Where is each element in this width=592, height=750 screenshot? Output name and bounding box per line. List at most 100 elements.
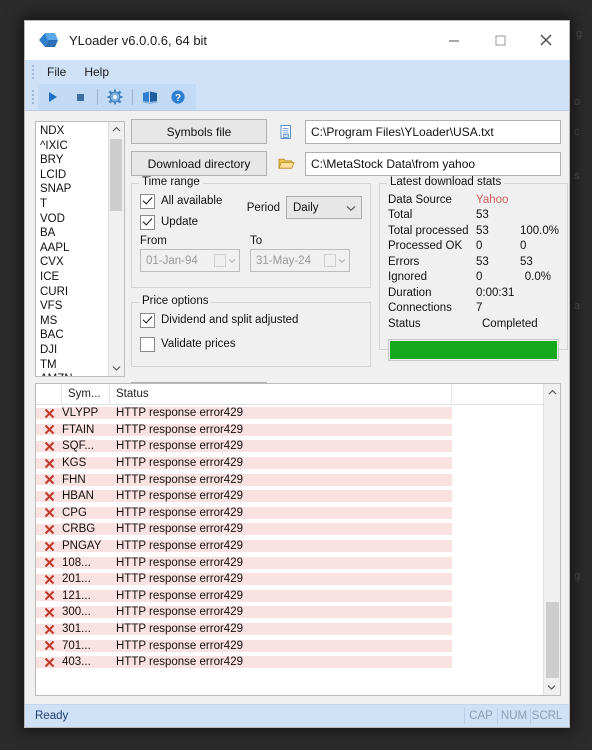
table-row[interactable]: FHN HTTP response error429: [36, 471, 543, 488]
chevron-down-icon[interactable]: [346, 203, 356, 215]
download-directory-button[interactable]: Download directory: [131, 151, 267, 176]
list-item[interactable]: BAC: [40, 328, 108, 343]
column-header-symbol[interactable]: Sym...: [62, 384, 110, 404]
list-item[interactable]: T: [40, 197, 108, 212]
symbols-file-button[interactable]: Symbols file: [131, 119, 267, 144]
toolbar-grip-icon[interactable]: [28, 89, 38, 105]
scroll-down-icon[interactable]: [112, 361, 121, 376]
list-item[interactable]: VOD: [40, 212, 108, 227]
column-header-status[interactable]: Status: [110, 384, 452, 404]
scrollbar-thumb[interactable]: [110, 139, 122, 211]
table-row[interactable]: 300... HTTP response error429: [36, 604, 543, 621]
list-item[interactable]: SNAP: [40, 182, 108, 197]
table-row[interactable]: HBAN HTTP response error429: [36, 488, 543, 505]
open-file-icon[interactable]: [273, 119, 299, 144]
symbols-list-items[interactable]: NDX ^IXIC BRY LCID SNAP T VOD BA AAPL CV…: [36, 122, 108, 376]
download-stats-group: Latest download stats Data Source Yahoo …: [379, 176, 569, 361]
validate-prices-checkbox[interactable]: Validate prices: [140, 335, 362, 353]
close-icon[interactable]: [523, 21, 569, 59]
list-item[interactable]: AMZN: [40, 372, 108, 376]
maximize-icon[interactable]: [477, 21, 523, 59]
error-x-icon: [36, 573, 62, 585]
checkbox-indicator[interactable]: [140, 193, 155, 209]
minimize-icon[interactable]: [431, 21, 477, 59]
to-date-input[interactable]: 31-May-24: [250, 249, 350, 272]
menu-item-help[interactable]: Help: [75, 63, 118, 81]
validate-prices-label: Validate prices: [161, 338, 236, 350]
results-main: Sym... Status VLYPP HTTP response error42…: [36, 384, 543, 695]
list-item[interactable]: LCID: [40, 168, 108, 183]
cell-symbol: 403...: [62, 656, 110, 669]
symbols-file-input[interactable]: C:\Program Files\YLoader\USA.txt: [305, 119, 561, 144]
stat-value-secondary: 0: [520, 240, 527, 253]
menu-item-file[interactable]: File: [38, 63, 75, 81]
table-row[interactable]: 121... HTTP response error429: [36, 588, 543, 605]
checkbox-indicator[interactable]: [140, 312, 155, 328]
left-options-column: Time range All available Update Period D…: [131, 176, 371, 367]
period-select[interactable]: Daily: [286, 196, 362, 219]
open-folder-icon[interactable]: [273, 151, 299, 176]
list-item[interactable]: TM: [40, 358, 108, 373]
list-item[interactable]: NDX: [40, 124, 108, 139]
error-x-icon: [36, 457, 62, 469]
list-item[interactable]: DJI: [40, 343, 108, 358]
list-item[interactable]: VFS: [40, 299, 108, 314]
from-date-input[interactable]: 01-Jan-94: [140, 249, 240, 272]
column-header-icon[interactable]: [36, 384, 62, 404]
play-icon[interactable]: [38, 85, 66, 109]
download-directory-input[interactable]: C:\MetaStock Data\from yahoo: [305, 151, 561, 176]
symbols-list-scrollbar[interactable]: [108, 122, 124, 376]
table-row[interactable]: CRBG HTTP response error429: [36, 521, 543, 538]
help-circle-icon[interactable]: ?: [164, 85, 192, 109]
table-row[interactable]: VLYPP HTTP response error429: [36, 405, 543, 422]
table-row[interactable]: SQF... HTTP response error429: [36, 438, 543, 455]
cell-status: HTTP response error429: [110, 556, 452, 569]
list-item[interactable]: BRY: [40, 153, 108, 168]
list-item[interactable]: AAPL: [40, 241, 108, 256]
desktop-ghost-text: s: [574, 170, 580, 182]
error-x-icon: [36, 656, 62, 668]
scroll-up-icon[interactable]: [544, 384, 560, 400]
book-icon[interactable]: [136, 85, 164, 109]
list-item[interactable]: CURI: [40, 285, 108, 300]
table-row[interactable]: 701... HTTP response error429: [36, 637, 543, 654]
cell-symbol: HBAN: [62, 490, 110, 503]
cell-status: HTTP response error429: [110, 473, 452, 486]
symbols-listbox[interactable]: NDX ^IXIC BRY LCID SNAP T VOD BA AAPL CV…: [35, 121, 125, 377]
scroll-down-icon[interactable]: [547, 679, 556, 695]
table-row[interactable]: CPG HTTP response error429: [36, 505, 543, 522]
cell-symbol: 701...: [62, 639, 110, 652]
cell-symbol: FTAIN: [62, 423, 110, 436]
scroll-up-icon[interactable]: [112, 122, 121, 137]
cell-symbol: PNGAY: [62, 540, 110, 553]
table-row[interactable]: 201... HTTP response error429: [36, 571, 543, 588]
table-row[interactable]: 108... HTTP response error429: [36, 554, 543, 571]
checkbox-indicator[interactable]: [140, 336, 155, 352]
list-item[interactable]: CVX: [40, 255, 108, 270]
menu-grip-icon[interactable]: [28, 64, 38, 80]
gear-icon[interactable]: [101, 85, 129, 109]
table-row[interactable]: 301... HTTP response error429: [36, 621, 543, 638]
table-row[interactable]: PNGAY HTTP response error429: [36, 538, 543, 555]
period-label: Period: [246, 201, 280, 214]
calendar-dropdown-icon[interactable]: [214, 254, 236, 267]
results-scrollbar[interactable]: [543, 384, 560, 695]
table-row[interactable]: 403... HTTP response error429: [36, 654, 543, 671]
list-item[interactable]: ICE: [40, 270, 108, 285]
list-item[interactable]: ^IXIC: [40, 139, 108, 154]
yloader-window: YLoader v6.0.0.6, 64 bit File Help ? NDX…: [24, 20, 570, 728]
list-item[interactable]: BA: [40, 226, 108, 241]
checkbox-indicator[interactable]: [140, 214, 155, 230]
desktop-ghost-text: g: [574, 570, 581, 582]
column-header-extra[interactable]: [452, 384, 543, 404]
status-message: Ready: [35, 710, 69, 722]
stop-icon[interactable]: [66, 85, 94, 109]
table-row[interactable]: KGS HTTP response error429: [36, 455, 543, 472]
calendar-dropdown-icon[interactable]: [324, 254, 346, 267]
results-listview[interactable]: Sym... Status VLYPP HTTP response error42…: [35, 383, 561, 696]
cell-status: HTTP response error429: [110, 506, 452, 519]
dividend-adjusted-checkbox[interactable]: Dividend and split adjusted: [140, 311, 362, 329]
scrollbar-thumb[interactable]: [546, 602, 559, 678]
table-row[interactable]: FTAIN HTTP response error429: [36, 422, 543, 439]
list-item[interactable]: MS: [40, 314, 108, 329]
